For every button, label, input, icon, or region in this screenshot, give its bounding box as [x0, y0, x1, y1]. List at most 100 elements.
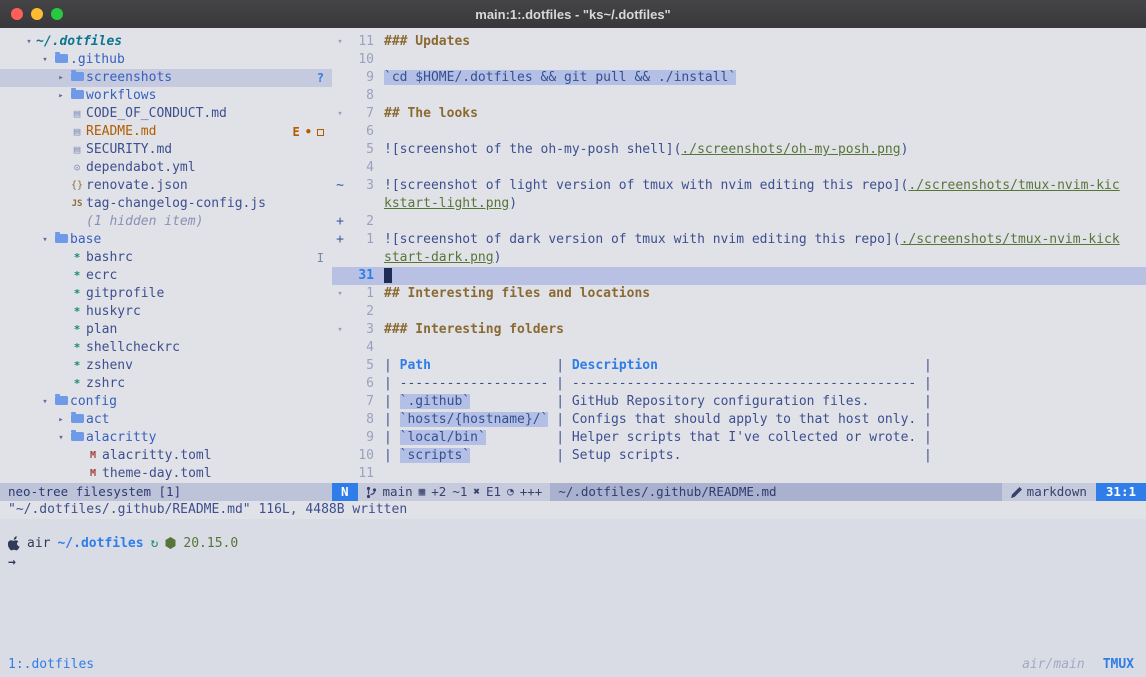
line-text: [374, 267, 392, 285]
line-text: ![screenshot of light version of tmux wi…: [374, 177, 1120, 195]
tree-item-github[interactable]: ▾ .github: [0, 51, 332, 69]
minimize-button[interactable]: [31, 8, 43, 20]
line-number: 5: [348, 141, 374, 159]
tree-item-base[interactable]: ▾base: [0, 231, 332, 249]
tmux-session: air/main: [1022, 657, 1085, 672]
tree-item-workflows[interactable]: ▸workflows: [0, 87, 332, 105]
cursor-block: [384, 268, 392, 283]
editor-line[interactable]: 5![screenshot of the oh-my-posh shell](.…: [332, 141, 1146, 159]
git-branch-icon: [366, 486, 377, 499]
editor-line[interactable]: 6| ------------------- | ---------------…: [332, 375, 1146, 393]
line-number: 4: [348, 339, 374, 357]
plus-fold-sign: +: [332, 231, 348, 249]
editor-line[interactable]: 4: [332, 159, 1146, 177]
line-number: 31: [348, 267, 374, 285]
tree-item-theme-day-toml[interactable]: Mtheme-day.toml: [0, 465, 332, 483]
editor-line[interactable]: 9| `local/bin` | Helper scripts that I'v…: [332, 429, 1146, 447]
traffic-lights: [11, 8, 63, 20]
tree-item-label: zshenv: [86, 357, 133, 375]
chevron-down-icon[interactable]: ▾: [38, 231, 52, 249]
tree-item-ecrc[interactable]: *ecrc: [0, 267, 332, 285]
tree-item-label: .github: [70, 51, 125, 69]
editor-buffer[interactable]: ▾11### Updates109`cd $HOME/.dotfiles && …: [332, 28, 1146, 483]
close-button[interactable]: [11, 8, 23, 20]
tree-item-code-of-conduct-md[interactable]: ▤CODE_OF_CONDUCT.md: [0, 105, 332, 123]
editor-line[interactable]: 31: [332, 267, 1146, 285]
editor-line[interactable]: ▾3### Interesting folders: [332, 321, 1146, 339]
tree-item-alacritty[interactable]: ▾alacritty: [0, 429, 332, 447]
chevron-right-icon[interactable]: ▸: [54, 87, 68, 105]
tree-item-label: plan: [86, 321, 117, 339]
chevron-down-icon[interactable]: ▾: [54, 429, 68, 447]
tree-item-label: alacritty.toml: [102, 447, 212, 465]
editor-line[interactable]: 9`cd $HOME/.dotfiles && git pull && ./in…: [332, 69, 1146, 87]
editor-line[interactable]: ▾1## Interesting files and locations: [332, 285, 1146, 303]
folder-icon: [68, 429, 86, 447]
editor-line[interactable]: 2: [332, 303, 1146, 321]
tree-item-screenshots[interactable]: ▸screenshots?: [0, 69, 332, 87]
editor-line[interactable]: ▾7## The looks: [332, 105, 1146, 123]
tree-item-plan[interactable]: *plan: [0, 321, 332, 339]
editor-line[interactable]: 8| `hosts/{hostname}/` | Configs that sh…: [332, 411, 1146, 429]
prompt-host: air: [27, 536, 50, 551]
editor-line[interactable]: 5| Path | Description |: [332, 357, 1146, 375]
editor-line[interactable]: kstart-light.png): [332, 195, 1146, 213]
editor-line[interactable]: 4: [332, 339, 1146, 357]
line-text: start-dark.png): [374, 249, 501, 267]
line-text: | `scripts` | Setup scripts. |: [374, 447, 932, 465]
tree-item-renovate-json[interactable]: {}renovate.json: [0, 177, 332, 195]
tree-item-huskyrc[interactable]: *huskyrc: [0, 303, 332, 321]
tmux-window[interactable]: 1:.dotfiles: [8, 657, 94, 672]
tree-item-1-hidden-item[interactable]: (1 hidden item): [0, 213, 332, 231]
shell-pane[interactable]: air ~/.dotfiles ↻ 20.15.0 →: [0, 519, 1146, 651]
toml-file-icon: M: [84, 465, 102, 483]
tree-item-readme-md[interactable]: ▤README.mdE•: [0, 123, 332, 141]
tree-item-label: CODE_OF_CONDUCT.md: [86, 105, 227, 123]
line-text: ### Updates: [374, 33, 470, 51]
line-number: 3: [348, 321, 374, 339]
tree-item-act[interactable]: ▸act: [0, 411, 332, 429]
tree-item-bashrc[interactable]: *bashrcI: [0, 249, 332, 267]
tree-item-zshrc[interactable]: *zshrc: [0, 375, 332, 393]
editor-line[interactable]: 10| `scripts` | Setup scripts. |: [332, 447, 1146, 465]
tree-item-dotfiles[interactable]: ▾~/.dotfiles: [0, 33, 332, 51]
editor-line[interactable]: 8: [332, 87, 1146, 105]
chevron-down-icon[interactable]: ▾: [38, 393, 52, 411]
chevron-down-icon[interactable]: ▾: [22, 33, 36, 51]
line-text: ## The looks: [374, 105, 478, 123]
pencil-icon: [1011, 487, 1022, 498]
fold-column: [332, 447, 348, 465]
folder-icon: [52, 51, 70, 69]
tree-item-label: shellcheckrc: [86, 339, 180, 357]
editor-line[interactable]: 11: [332, 465, 1146, 483]
editor-line[interactable]: 10: [332, 51, 1146, 69]
tree-item-gitprofile[interactable]: *gitprofile: [0, 285, 332, 303]
fold-column: [332, 465, 348, 483]
tree-item-zshenv[interactable]: *zshenv: [0, 357, 332, 375]
tree-item-label: gitprofile: [86, 285, 164, 303]
zoom-button[interactable]: [51, 8, 63, 20]
tree-item-tag-changelog-config-js[interactable]: JStag-changelog-config.js: [0, 195, 332, 213]
window-title: main:1:.dotfiles - "ks~/.dotfiles": [475, 7, 670, 22]
tree-item-alacritty-toml[interactable]: Malacritty.toml: [0, 447, 332, 465]
fold-column: [332, 375, 348, 393]
tree-item-security-md[interactable]: ▤SECURITY.md: [0, 141, 332, 159]
editor-line[interactable]: ▾11### Updates: [332, 33, 1146, 51]
editor-line[interactable]: start-dark.png): [332, 249, 1146, 267]
tree-item-shellcheckrc[interactable]: *shellcheckrc: [0, 339, 332, 357]
chevron-right-icon[interactable]: ▸: [54, 411, 68, 429]
tree-item-config[interactable]: ▾config: [0, 393, 332, 411]
editor-line[interactable]: +2: [332, 213, 1146, 231]
line-number: 11: [348, 33, 374, 51]
chevron-down-icon[interactable]: ▾: [38, 51, 52, 69]
line-number: [348, 249, 374, 267]
chevron-right-icon[interactable]: ▸: [54, 69, 68, 87]
line-text: | `hosts/{hostname}/` | Configs that sho…: [374, 411, 932, 429]
editor-line[interactable]: ~3![screenshot of light version of tmux …: [332, 177, 1146, 195]
line-text: ### Interesting folders: [374, 321, 564, 339]
tree-item-label: SECURITY.md: [86, 141, 172, 159]
editor-line[interactable]: 6: [332, 123, 1146, 141]
editor-line[interactable]: +1![screenshot of dark version of tmux w…: [332, 231, 1146, 249]
editor-line[interactable]: 7| `.github` | GitHub Repository configu…: [332, 393, 1146, 411]
tree-item-dependabot-yml[interactable]: ⊙dependabot.yml: [0, 159, 332, 177]
